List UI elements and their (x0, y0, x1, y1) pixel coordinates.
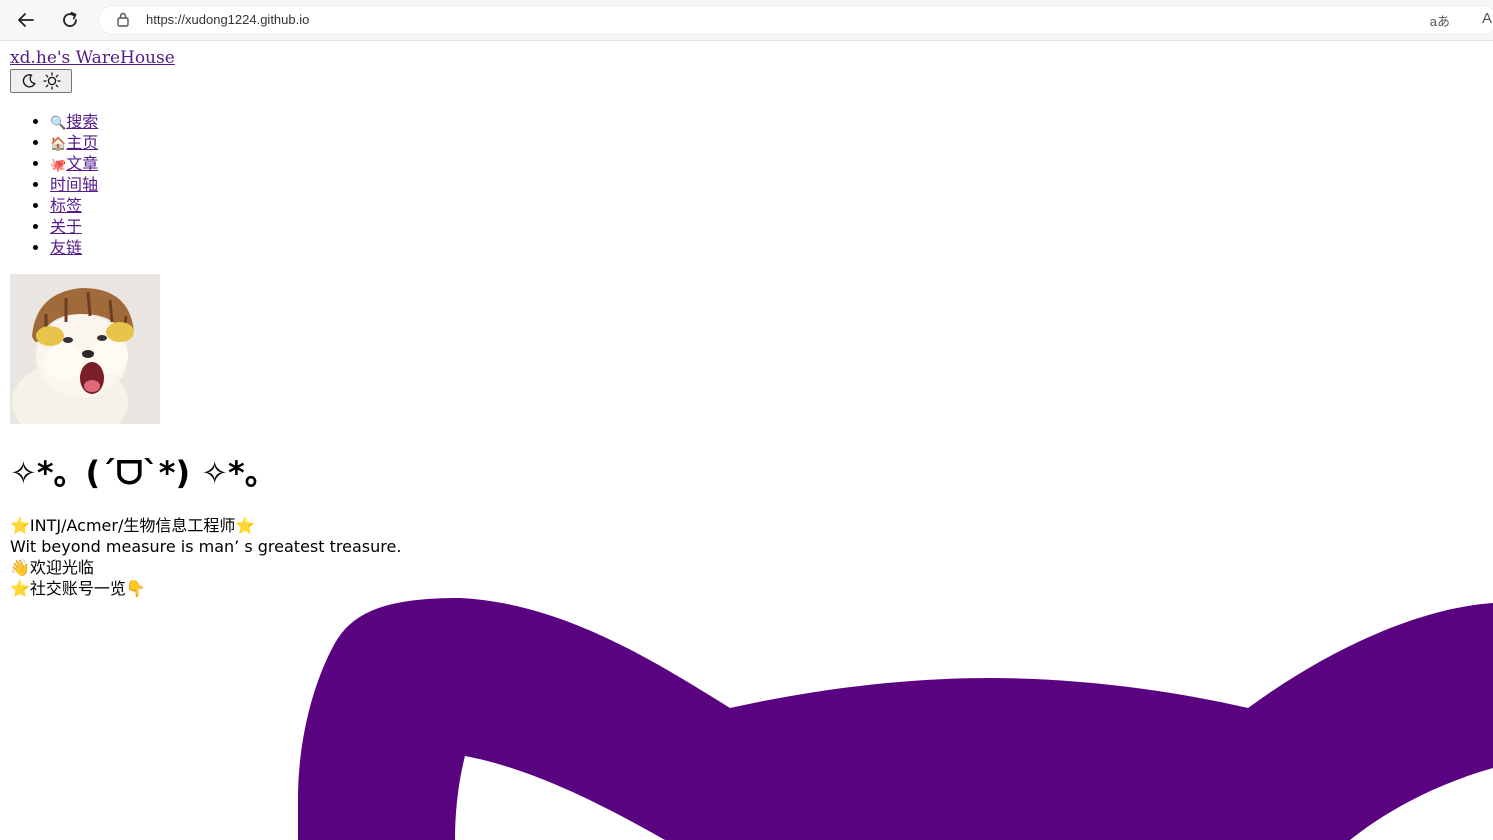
address-bar[interactable]: https://xudong1224.github.io aあ A (98, 5, 1493, 35)
nav-link-home[interactable]: 🏠主页 (50, 133, 98, 152)
nav-link-about[interactable]: 关于 (50, 217, 82, 236)
bio-line-welcome: 👋欢迎光临 (10, 558, 94, 577)
nav-item-friends: 友链 (50, 237, 98, 258)
octopus-emoji-icon: 🐙 (50, 158, 67, 173)
bio-line-social: ⭐社交账号一览👇 (10, 579, 146, 598)
nav-label: 主页 (66, 133, 99, 152)
site-title-link[interactable]: xd.he's WareHouse (10, 48, 175, 68)
nav-item-tags: 标签 (50, 195, 98, 216)
sun-icon (43, 72, 61, 90)
nav-link-timeline[interactable]: 时间轴 (50, 175, 98, 194)
back-button[interactable] (12, 6, 40, 34)
house-emoji-icon: 🏠 (50, 137, 67, 152)
lock-icon[interactable] (116, 11, 130, 33)
arrow-left-icon (18, 13, 34, 27)
page-content: xd.he's WareHouse 🔍搜索 🏠主页 🐙文章 时间轴 (0, 41, 1493, 840)
nav-link-search[interactable]: 🔍搜索 (50, 112, 98, 131)
nav-link-articles[interactable]: 🐙文章 (50, 154, 98, 173)
nav-item-articles: 🐙文章 (50, 153, 98, 174)
profile-kaomoji-heading: ✧*。(ˊᗜˋ*) ✧*。 (10, 454, 277, 492)
nav-label: 搜索 (66, 112, 99, 131)
bio-line-quote: Wit beyond measure is man’ s greatest tr… (10, 537, 402, 556)
reload-button[interactable] (56, 6, 84, 34)
reload-icon (63, 11, 77, 27)
nav-item-home: 🏠主页 (50, 132, 98, 153)
github-octocat-icon[interactable] (0, 598, 1493, 840)
avatar (10, 274, 160, 424)
moon-icon (22, 74, 36, 88)
nav-link-friends[interactable]: 友链 (50, 238, 82, 257)
nav-label: 文章 (66, 154, 99, 173)
reader-mode-icon[interactable]: A (1482, 10, 1492, 27)
nav-item-timeline: 时间轴 (50, 174, 98, 195)
profile-bio: ⭐INTJ/Acmer/生物信息工程师⭐ Wit beyond measure … (10, 515, 401, 599)
nav-item-about: 关于 (50, 216, 98, 237)
translate-icon[interactable]: aあ (1430, 11, 1450, 30)
magnifier-emoji-icon: 🔍 (50, 116, 67, 131)
puppy-avatar-image (10, 274, 160, 424)
url-text[interactable]: https://xudong1224.github.io (146, 12, 309, 27)
browser-toolbar: https://xudong1224.github.io aあ A (0, 0, 1493, 41)
nav-link-tags[interactable]: 标签 (50, 196, 82, 215)
main-nav: 🔍搜索 🏠主页 🐙文章 时间轴 标签 关于 友链 (10, 111, 98, 258)
theme-toggle-button[interactable] (10, 69, 72, 93)
bio-line-role: ⭐INTJ/Acmer/生物信息工程师⭐ (10, 516, 256, 535)
nav-item-search: 🔍搜索 (50, 111, 98, 132)
